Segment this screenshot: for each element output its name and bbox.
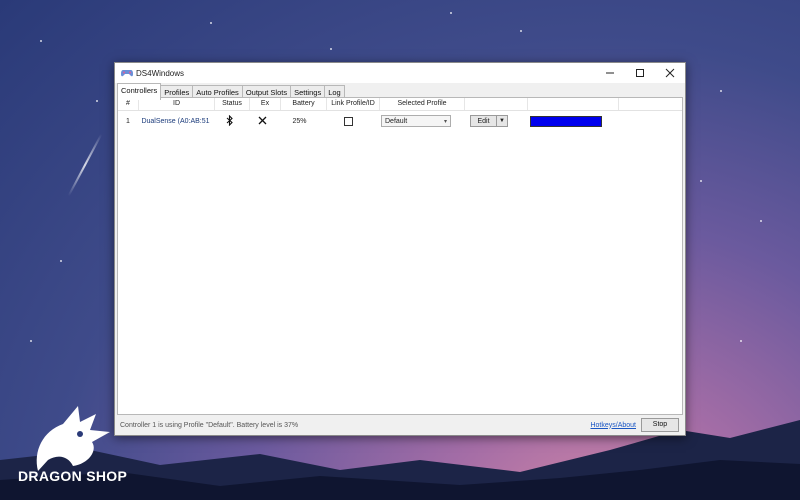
header-status[interactable]: Status xyxy=(215,98,250,110)
profile-dropdown[interactable]: Default ▾ xyxy=(381,115,451,127)
lightbar-color-swatch[interactable] xyxy=(530,115,602,127)
status-message: Controller 1 is using Profile "Default".… xyxy=(120,421,299,429)
header-ex[interactable]: Ex xyxy=(250,98,281,110)
edit-menu-button[interactable]: ▼ xyxy=(497,115,508,127)
controller-id: DualSense (A0:AB:51 xyxy=(141,117,210,125)
header-selected-profile[interactable]: Selected Profile xyxy=(380,98,465,110)
bluetooth-icon xyxy=(226,114,233,126)
selected-profile-cell: Default ▾ xyxy=(374,115,458,127)
status-bar: Controller 1 is using Profile "Default".… xyxy=(117,417,681,433)
stop-button[interactable]: Stop xyxy=(641,418,679,432)
link-profile-checkbox[interactable] xyxy=(343,116,353,126)
profile-dropdown-value: Default xyxy=(385,118,408,125)
minimize-button[interactable] xyxy=(595,63,625,83)
connection-status xyxy=(213,114,247,128)
close-icon xyxy=(258,116,266,124)
close-icon xyxy=(665,68,675,78)
shooting-star xyxy=(67,133,103,197)
controllers-panel: # ID Status Ex Battery Link Profile/ID S… xyxy=(117,97,683,415)
exclusive-status[interactable] xyxy=(247,116,277,127)
chevron-down-icon: ▼ xyxy=(499,118,505,124)
header-link-profile[interactable]: Link Profile/ID xyxy=(327,98,380,110)
tab-strip: Controllers Profiles Auto Profiles Outpu… xyxy=(115,83,685,100)
hotkeys-about-link[interactable]: Hotkeys/About xyxy=(590,422,636,429)
minimize-icon xyxy=(606,72,614,74)
header-edit xyxy=(465,98,528,110)
app-window: DS4Windows Controllers Profiles Auto Pro… xyxy=(114,62,686,436)
close-button[interactable] xyxy=(655,63,685,83)
maximize-button[interactable] xyxy=(625,63,655,83)
edit-button[interactable]: Edit xyxy=(470,115,497,127)
battery-level: 25% xyxy=(292,117,307,125)
maximize-icon xyxy=(636,69,644,77)
gamepad-icon xyxy=(121,70,133,77)
window-title: DS4Windows xyxy=(136,68,185,78)
controller-row[interactable]: 1 DualSense (A0:AB:51 25% Default ▾ Edit… xyxy=(118,113,682,129)
controller-grid-header: # ID Status Ex Battery Link Profile/ID S… xyxy=(118,98,682,111)
header-battery[interactable]: Battery xyxy=(281,98,327,110)
brand-text: DRAGON SHOP xyxy=(18,468,128,484)
link-profile-cell xyxy=(322,116,374,126)
edit-cell: Edit ▼ xyxy=(458,115,520,127)
chevron-down-icon: ▾ xyxy=(443,119,447,125)
edit-split-button[interactable]: Edit ▼ xyxy=(470,115,508,127)
title-bar: DS4Windows xyxy=(115,63,685,83)
light-cell xyxy=(520,115,610,127)
tab-controllers[interactable]: Controllers xyxy=(117,83,162,100)
row-index: 1 xyxy=(126,117,130,125)
header-light xyxy=(528,98,619,110)
